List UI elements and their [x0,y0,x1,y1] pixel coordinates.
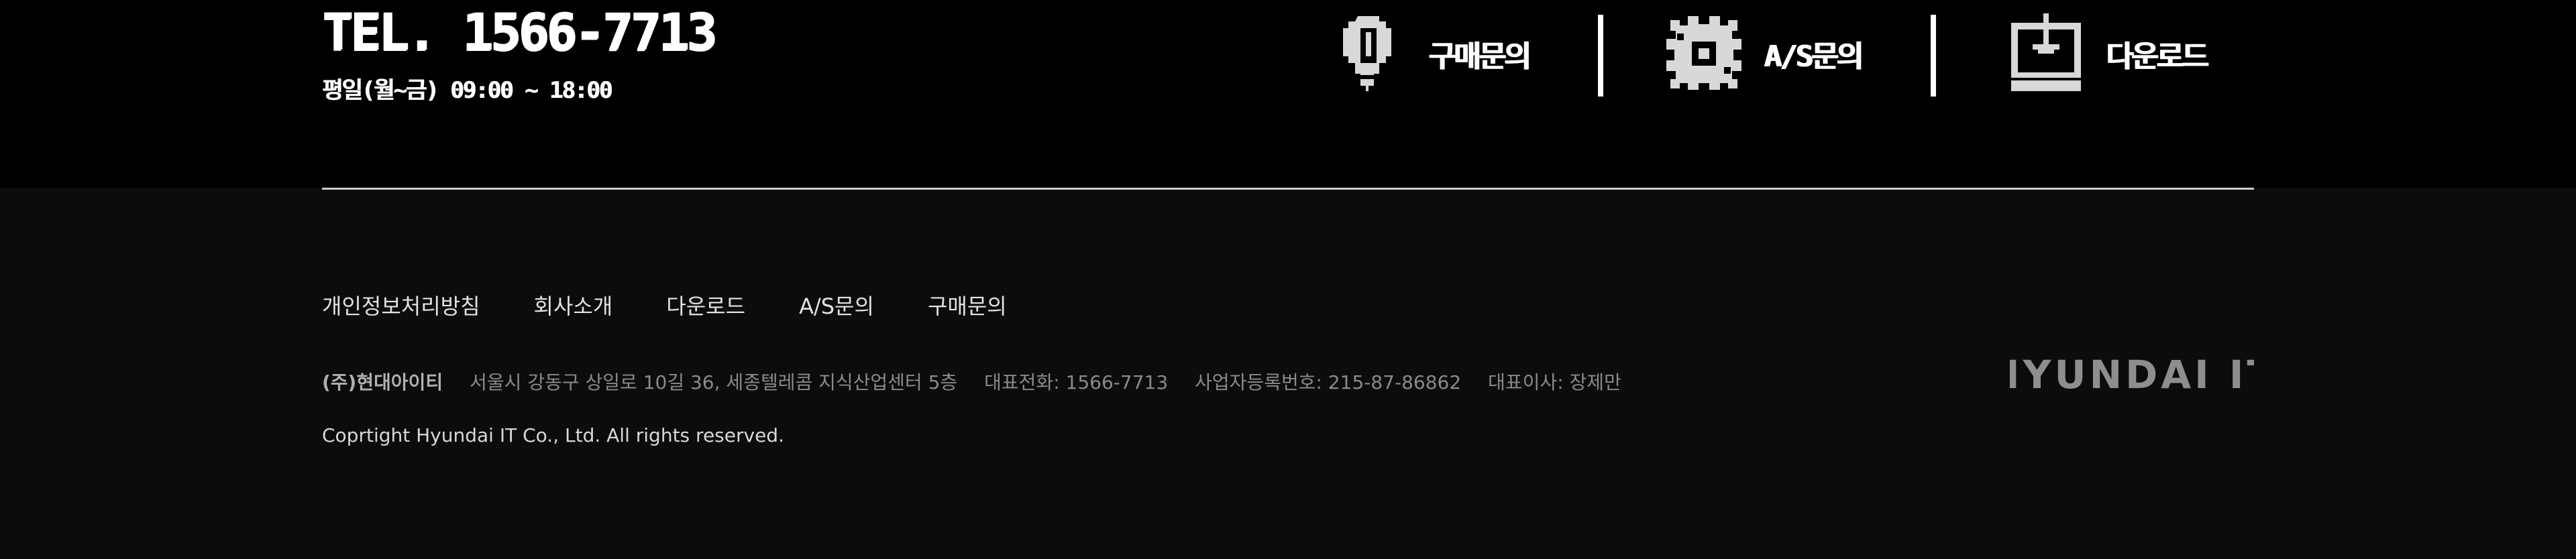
footer-link-as[interactable]: A/S문의 [799,293,874,320]
copyright: Coprtight Hyundai IT Co., Ltd. All right… [322,424,784,446]
logo-text: HYUNDAI IT [2010,352,2254,397]
quick-link-as[interactable]: A/S문의 [1660,7,1863,101]
download-monitor-icon [2002,7,2090,101]
quick-link-download-label: 다운로드 [2106,40,2208,74]
quick-link-purchase-label: 구매문의 [1428,40,1531,74]
company-info: (주)현대아이티 서울시 강동구 상일로 10길 36, 세종텔레콤 지식산업센… [322,371,1621,395]
footer: 개인정보처리방침 회사소개 다운로드 A/S문의 구매문의 (주)현대아이티 서… [0,188,2576,559]
footer-nav: 개인정보처리방침 회사소개 다운로드 A/S문의 구매문의 [322,293,1007,320]
footer-link-company[interactable]: 회사소개 [534,293,613,320]
footer-link-purchase[interactable]: 구매문의 [928,293,1007,320]
lightbulb-icon [1325,7,1412,101]
footer-link-privacy[interactable]: 개인정보처리방침 [322,293,480,320]
page: TEL. 1566-7713 평일(월~금) 09:00 ~ 18:00 구매문… [0,0,2576,559]
company-address: 서울시 강동구 상일로 10길 36, 세종텔레콤 지식산업센터 5층 [470,371,958,393]
quick-link-purchase[interactable]: 구매문의 [1325,7,1531,101]
ceo-name: 대표이사: 장제만 [1488,371,1621,393]
hyundai-it-logo: HYUNDAI IT [2010,352,2254,397]
divider [1598,15,1603,97]
business-number: 사업자등록번호: 215-87-86862 [1195,371,1462,393]
company-phone: 대표전화: 1566-7713 [984,371,1169,393]
quick-link-download[interactable]: 다운로드 [2002,7,2208,101]
quick-link-as-label: A/S문의 [1764,40,1863,74]
company-name: (주)현대아이티 [322,371,443,393]
business-hours: 평일(월~금) 09:00 ~ 18:00 [322,77,612,104]
tel-number: TEL. 1566-7713 [322,2,717,62]
contact-band: TEL. 1566-7713 평일(월~금) 09:00 ~ 18:00 구매문… [0,0,2576,188]
footer-divider [322,188,2254,190]
gear-icon [1660,7,1748,101]
divider [1931,15,1936,97]
footer-link-download[interactable]: 다운로드 [666,293,745,320]
